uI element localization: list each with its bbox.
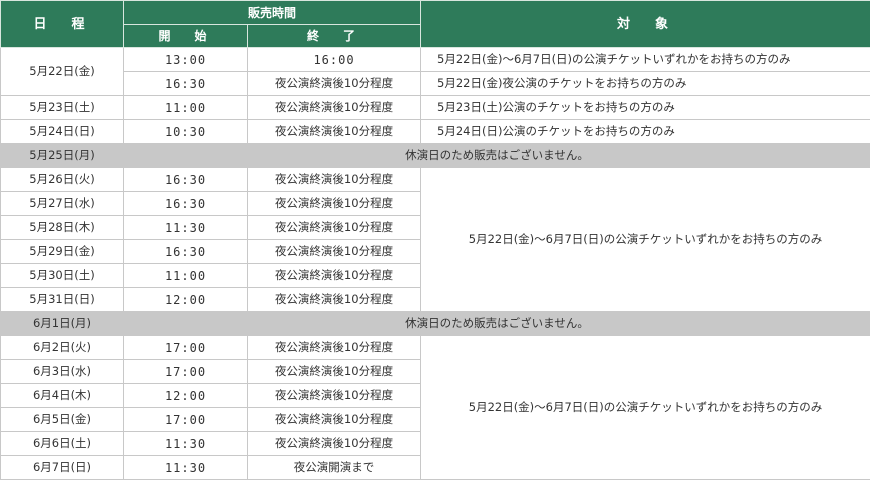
table-row-closed: 6月1日(月) 休演日のため販売はございません。 — [0, 311, 870, 336]
row-start-time: 17:00 — [123, 335, 248, 360]
row-end-time: 夜公演開演まで — [246, 455, 422, 480]
row-end-time: 16:00 — [246, 47, 422, 72]
row-date: 6月5日(金) — [0, 407, 124, 432]
row-date: 5月30日(土) — [0, 263, 124, 288]
row-start-time: 11:30 — [123, 431, 248, 456]
header-sale-time: 販売時間 — [122, 0, 422, 25]
row-date: 5月23日(土) — [0, 95, 124, 120]
table-row: 5月24日(日) 10:30 夜公演終演後10分程度 5月24日(日)公演のチケ… — [0, 119, 870, 144]
row-date: 5月31日(日) — [0, 287, 124, 312]
row-date: 5月28日(木) — [0, 215, 124, 240]
row-date: 5月29日(金) — [0, 239, 124, 264]
row-end-time: 夜公演終演後10分程度 — [246, 167, 422, 192]
row-date: 6月6日(土) — [0, 431, 124, 456]
table-row: 5月22日(金) 13:00 16:00 5月22日(金)～6月7日(日)の公演… — [0, 47, 870, 96]
row-start-time: 11:30 — [123, 455, 248, 480]
row-start-time: 13:00 — [123, 47, 248, 72]
table-row: 6月2日(火) 17:00 夜公演終演後10分程度 5月22日(金)～6月7日(… — [0, 335, 870, 480]
row-target: 5月22日(金)～6月7日(日)の公演チケットいずれかをお持ちの方のみ — [420, 167, 870, 312]
table-row: 16:30 夜公演終演後10分程度 5月22日(金)夜公演のチケットをお持ちの方… — [1, 71, 870, 96]
row-end-time: 夜公演終演後10分程度 — [246, 239, 422, 264]
row-end-time: 夜公演終演後10分程度 — [246, 431, 422, 456]
table-row: 5月23日(土) 11:00 夜公演終演後10分程度 5月23日(土)公演のチケ… — [0, 95, 870, 120]
row-end-time: 夜公演終演後10分程度 — [246, 191, 422, 216]
row-start-time: 16:30 — [123, 167, 248, 192]
row-start-time: 17:00 — [123, 359, 248, 384]
row-start-time: 17:00 — [123, 407, 248, 432]
row-date: 5月22日(金) — [0, 47, 124, 96]
row-date: 6月4日(木) — [0, 383, 124, 408]
row-date: 5月26日(火) — [0, 167, 124, 192]
table-row: 5月26日(火) 16:30 夜公演終演後10分程度 5月22日(金)～6月7日… — [0, 167, 870, 312]
row-end-time: 夜公演終演後10分程度 — [246, 359, 422, 384]
row-end-time: 夜公演終演後10分程度 — [246, 119, 422, 144]
row-start-time: 11:00 — [123, 95, 248, 120]
row-end-time: 夜公演終演後10分程度 — [246, 71, 422, 96]
row-date: 5月24日(日) — [0, 119, 124, 144]
row-end-time: 夜公演終演後10分程度 — [246, 407, 422, 432]
row-closed-notice: 休演日のため販売はございません。 — [122, 143, 870, 168]
row-start-time: 16:30 — [123, 191, 248, 216]
row-date: 6月2日(火) — [0, 335, 124, 360]
header-end: 終 了 — [246, 24, 422, 48]
row-closed-notice: 休演日のため販売はございません。 — [122, 311, 870, 336]
row-start-time: 11:00 — [123, 263, 248, 288]
row-target: 5月24日(日)公演のチケットをお持ちの方のみ — [420, 119, 870, 144]
table-header: 日 程 販売時間 対 象 開 始 終 了 — [0, 0, 870, 48]
row-target: 5月22日(金)～6月7日(日)の公演チケットいずれかをお持ちの方のみ — [420, 47, 870, 72]
row-end-time: 夜公演終演後10分程度 — [246, 263, 422, 288]
row-date: 6月3日(水) — [0, 359, 124, 384]
row-end-time: 夜公演終演後10分程度 — [246, 215, 422, 240]
row-start-time: 16:30 — [123, 239, 248, 264]
row-end-time: 夜公演終演後10分程度 — [246, 287, 422, 312]
row-start-time: 16:30 — [123, 71, 248, 96]
row-start-time: 12:00 — [123, 383, 248, 408]
row-end-time: 夜公演終演後10分程度 — [246, 383, 422, 408]
row-date: 5月25日(月) — [0, 143, 124, 168]
row-start-time: 10:30 — [123, 119, 248, 144]
table-row-closed: 5月25日(月) 休演日のため販売はございません。 — [0, 143, 870, 168]
row-target: 5月23日(土)公演のチケットをお持ちの方のみ — [420, 95, 870, 120]
row-start-time: 11:30 — [123, 215, 248, 240]
row-date: 6月1日(月) — [0, 311, 124, 336]
row-end-time: 夜公演終演後10分程度 — [246, 335, 422, 360]
header-start: 開 始 — [123, 24, 248, 48]
row-target: 5月22日(金)夜公演のチケットをお持ちの方のみ — [420, 71, 870, 96]
header-date: 日 程 — [0, 0, 124, 48]
row-start-time: 12:00 — [123, 287, 248, 312]
table-body: 5月22日(金) 13:00 16:00 5月22日(金)～6月7日(日)の公演… — [0, 47, 870, 480]
header-target: 対 象 — [420, 0, 870, 48]
sales-schedule-table: 日 程 販売時間 対 象 開 始 終 了 5月22日(金) 13:00 16:0… — [0, 0, 870, 480]
row-date: 6月7日(日) — [0, 455, 124, 480]
row-end-time: 夜公演終演後10分程度 — [246, 95, 422, 120]
row-target: 5月22日(金)～6月7日(日)の公演チケットいずれかをお持ちの方のみ — [420, 335, 870, 480]
row-date: 5月27日(水) — [0, 191, 124, 216]
